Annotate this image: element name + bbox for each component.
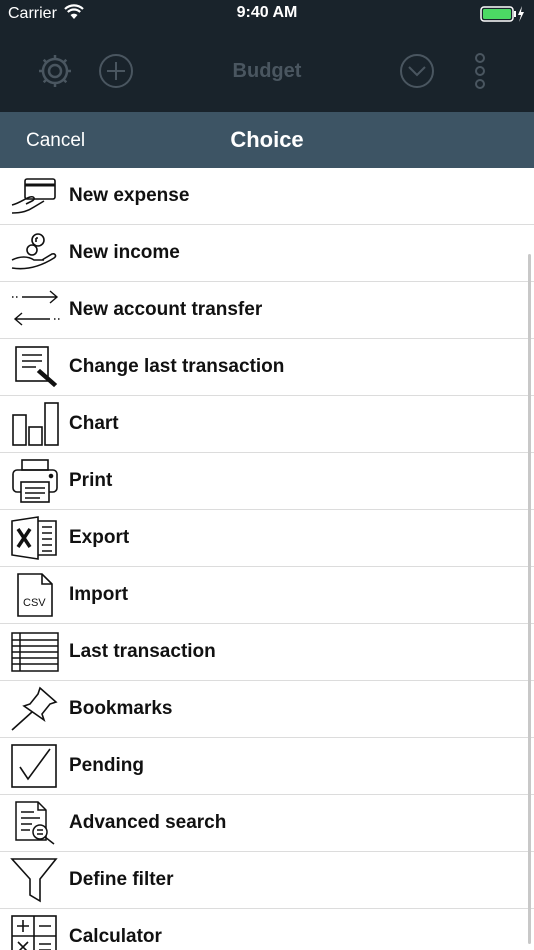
menu-item-label: Calculator: [69, 926, 162, 947]
menu-item-advanced-search[interactable]: Advanced search: [0, 795, 534, 852]
transfer-arrows-icon: [12, 290, 60, 326]
csv-file-icon: CSV: [17, 573, 53, 617]
list-lines-icon: [11, 632, 59, 672]
menu-item-label: Change last transaction: [69, 356, 285, 377]
menu-item-last-transaction[interactable]: Last transaction: [0, 624, 534, 681]
menu-item-define-filter[interactable]: Define filter: [0, 852, 534, 909]
document-search-icon: [15, 801, 55, 845]
sheet-title: Choice: [230, 127, 304, 152]
edit-document-icon: [15, 346, 58, 388]
checkbox-icon: [11, 744, 57, 788]
menu-item-new-account-transfer[interactable]: New account transfer: [0, 282, 534, 339]
menu-item-chart[interactable]: Chart: [0, 396, 534, 453]
chevron-down-circle-icon: [400, 54, 434, 88]
menu-item-calculator[interactable]: Calculator: [0, 909, 534, 950]
card-hand-icon: [11, 178, 56, 214]
background-title: Budget: [232, 60, 302, 82]
choice-list: New expense New income New account trans…: [0, 168, 534, 950]
menu-item-label: Chart: [69, 413, 119, 434]
menu-item-label: Print: [69, 470, 113, 491]
menu-item-new-income[interactable]: New income: [0, 225, 534, 282]
status-bar: Carrier 9:40 AM: [0, 0, 534, 30]
menu-item-bookmarks[interactable]: Bookmarks: [0, 681, 534, 738]
menu-item-pending[interactable]: Pending: [0, 738, 534, 795]
svg-text:CSV: CSV: [23, 597, 46, 609]
menu-item-new-expense[interactable]: New expense: [0, 168, 534, 225]
menu-item-label: Bookmarks: [69, 698, 173, 719]
menu-item-change-last-transaction[interactable]: Change last transaction: [0, 339, 534, 396]
scrollbar[interactable]: [528, 254, 531, 944]
battery-icon: [480, 6, 524, 22]
pushpin-icon: [11, 686, 58, 731]
menu-item-import[interactable]: CSV Import: [0, 567, 534, 624]
excel-export-icon: [11, 516, 57, 560]
coin-hand-icon: [11, 233, 57, 270]
funnel-icon: [10, 858, 58, 903]
menu-item-export[interactable]: Export: [0, 510, 534, 567]
menu-item-label: Define filter: [69, 869, 174, 890]
menu-item-label: New account transfer: [69, 299, 263, 320]
calculator-icon: [11, 915, 57, 950]
more-vertical-icon: [475, 53, 485, 89]
menu-item-label: New expense: [69, 185, 190, 206]
bar-chart-icon: [12, 402, 59, 446]
menu-item-label: Advanced search: [69, 812, 227, 833]
menu-item-label: Pending: [69, 755, 144, 776]
menu-item-label: Export: [69, 527, 130, 548]
menu-item-print[interactable]: Print: [0, 453, 534, 510]
menu-item-label: New income: [69, 242, 180, 263]
menu-item-label: Import: [69, 584, 129, 605]
menu-item-label: Last transaction: [69, 641, 216, 662]
printer-icon: [12, 459, 58, 503]
background-nav-bar: Budget: [0, 30, 534, 112]
clock: 9:40 AM: [236, 4, 298, 21]
choice-header: Cancel Choice: [0, 112, 534, 168]
